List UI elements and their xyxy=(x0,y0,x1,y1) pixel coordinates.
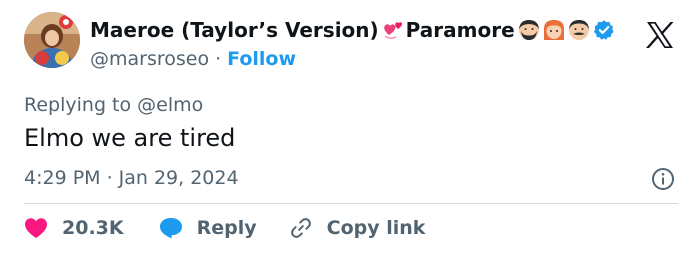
author-handle-row: @marsroseo · Follow xyxy=(90,48,296,70)
divider xyxy=(24,203,678,204)
author-name-row: Maeroe (Taylor’s Version) Paramore xyxy=(90,18,615,42)
like-count: 20.3K xyxy=(62,217,124,239)
info-icon[interactable] xyxy=(651,167,675,191)
x-logo-icon[interactable] xyxy=(645,21,675,49)
bearded-man-emoji-icon xyxy=(518,19,540,41)
tweet-card: Maeroe (Taylor’s Version) Paramore @mars… xyxy=(0,0,700,256)
reply-button[interactable]: Reply xyxy=(159,217,257,239)
tweet-time: 4:29 PM xyxy=(24,167,101,189)
handle-separator: · xyxy=(215,48,222,70)
tweet-date: Jan 29, 2024 xyxy=(118,167,239,189)
timestamp-separator: · xyxy=(106,167,113,189)
link-icon xyxy=(290,218,311,238)
copy-link-button[interactable]: Copy link xyxy=(289,216,426,240)
replying-to-label: Replying to xyxy=(24,94,132,116)
follow-button[interactable]: Follow xyxy=(227,48,296,70)
red-haired-woman-emoji-icon xyxy=(543,19,565,41)
reply-label: Reply xyxy=(196,217,257,239)
author-name-suffix: Paramore xyxy=(405,18,515,42)
copy-link-label: Copy link xyxy=(326,217,426,239)
like-button[interactable]: 20.3K xyxy=(24,217,124,239)
reply-context: Replying to @elmo xyxy=(24,94,203,116)
tweet-text: Elmo we are tired xyxy=(24,124,236,152)
revolving-hearts-icon xyxy=(382,19,406,41)
tweet-actions: 20.3K Reply Copy link xyxy=(24,216,425,240)
profile-photo xyxy=(24,12,80,68)
author-display-name[interactable]: Maeroe (Taylor’s Version) xyxy=(90,18,379,42)
avatar[interactable] xyxy=(24,12,80,68)
speech-bubble-icon xyxy=(159,218,182,239)
heart-icon xyxy=(25,218,47,238)
verified-badge-icon xyxy=(593,19,615,41)
tweet-timestamp[interactable]: 4:29 PM · Jan 29, 2024 xyxy=(24,167,239,189)
author-handle[interactable]: @marsroseo xyxy=(90,48,209,70)
mustached-man-emoji-icon xyxy=(568,19,590,41)
reply-mention-link[interactable]: @elmo xyxy=(137,94,203,116)
